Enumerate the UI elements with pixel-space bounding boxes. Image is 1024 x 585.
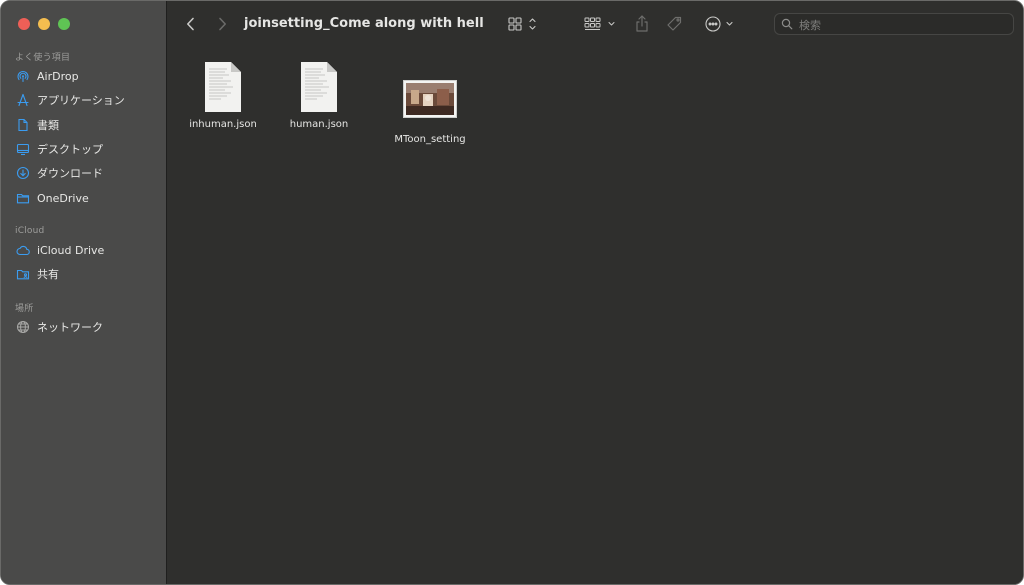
icon-grid-view-icon <box>508 17 536 31</box>
sidebar-section-icloud: iCloud <box>15 226 45 236</box>
image-thumbnail-icon <box>403 80 457 118</box>
sidebar-item-label: 共有 <box>37 268 59 281</box>
sidebar-item-label: デスクトップ <box>37 143 103 156</box>
file-item[interactable]: human.json <box>274 61 364 130</box>
chevron-right-icon <box>218 17 226 31</box>
back-button[interactable] <box>183 15 197 33</box>
ellipsis-circle-icon <box>705 16 733 32</box>
sidebar-item-applications[interactable]: アプリケーション <box>9 89 159 111</box>
sidebar-item-shared[interactable]: 共有 <box>9 263 159 285</box>
search-input[interactable] <box>797 16 1011 34</box>
more-actions-button[interactable] <box>703 14 737 34</box>
minimize-window-button[interactable] <box>38 18 50 30</box>
sidebar-section-favorites: よく使う項目 <box>15 53 71 63</box>
download-icon <box>16 166 30 180</box>
window-title: joinsetting_Come along with hell <box>244 16 484 31</box>
json-file-icon <box>205 62 241 112</box>
tag-button[interactable] <box>665 14 685 34</box>
sidebar-item-label: AirDrop <box>37 69 79 83</box>
network-globe-icon <box>16 320 30 334</box>
applications-icon <box>16 93 30 107</box>
group-icon <box>584 17 615 30</box>
tag-icon <box>667 16 682 31</box>
folder-icon <box>16 191 30 205</box>
search-field[interactable] <box>774 13 1014 35</box>
sidebar-item-label: 書類 <box>37 119 59 132</box>
sidebar-item-label: アプリケーション <box>37 94 125 107</box>
cloud-icon <box>16 243 30 257</box>
file-browser-content: inhuman.json human.json MToon_setting <box>167 47 1023 584</box>
sidebar-item-label: iCloud Drive <box>37 243 105 257</box>
sidebar-item-icloud-drive[interactable]: iCloud Drive <box>9 239 159 261</box>
sidebar-item-label: ダウンロード <box>37 167 103 180</box>
sidebar-item-onedrive[interactable]: OneDrive <box>9 187 159 209</box>
window-controls <box>18 18 70 30</box>
sidebar-item-downloads[interactable]: ダウンロード <box>9 162 159 184</box>
shared-folder-icon <box>16 267 30 281</box>
sidebar-item-label: ネットワーク <box>37 321 103 334</box>
share-icon <box>636 15 648 32</box>
sidebar-item-airdrop[interactable]: AirDrop <box>9 65 159 87</box>
forward-button[interactable] <box>215 15 229 33</box>
file-name: human.json <box>289 119 349 130</box>
share-button[interactable] <box>633 13 651 35</box>
sidebar-item-label: OneDrive <box>37 191 89 205</box>
sidebar: よく使う項目 AirDrop アプリケーション 書類 デスクトップ ダウンロード… <box>1 1 167 584</box>
group-by-button[interactable] <box>583 15 619 33</box>
airdrop-icon <box>16 69 30 83</box>
zoom-window-button[interactable] <box>58 18 70 30</box>
file-item[interactable]: inhuman.json <box>178 61 268 130</box>
toolbar: joinsetting_Come along with hell <box>167 1 1023 47</box>
file-item[interactable]: MToon_setting <box>385 80 475 145</box>
json-file-icon <box>301 62 337 112</box>
view-mode-button[interactable] <box>507 15 541 33</box>
sidebar-item-documents[interactable]: 書類 <box>9 114 159 136</box>
document-icon <box>16 118 30 132</box>
search-icon <box>781 18 793 30</box>
file-name: MToon_setting <box>394 134 466 145</box>
chevron-left-icon <box>186 17 194 31</box>
sidebar-item-desktop[interactable]: デスクトップ <box>9 138 159 160</box>
finder-window: よく使う項目 AirDrop アプリケーション 書類 デスクトップ ダウンロード… <box>0 0 1024 585</box>
close-window-button[interactable] <box>18 18 30 30</box>
file-name: inhuman.json <box>189 119 257 130</box>
sidebar-item-network[interactable]: ネットワーク <box>9 316 159 338</box>
desktop-icon <box>16 142 30 156</box>
sidebar-section-locations: 場所 <box>15 304 34 314</box>
